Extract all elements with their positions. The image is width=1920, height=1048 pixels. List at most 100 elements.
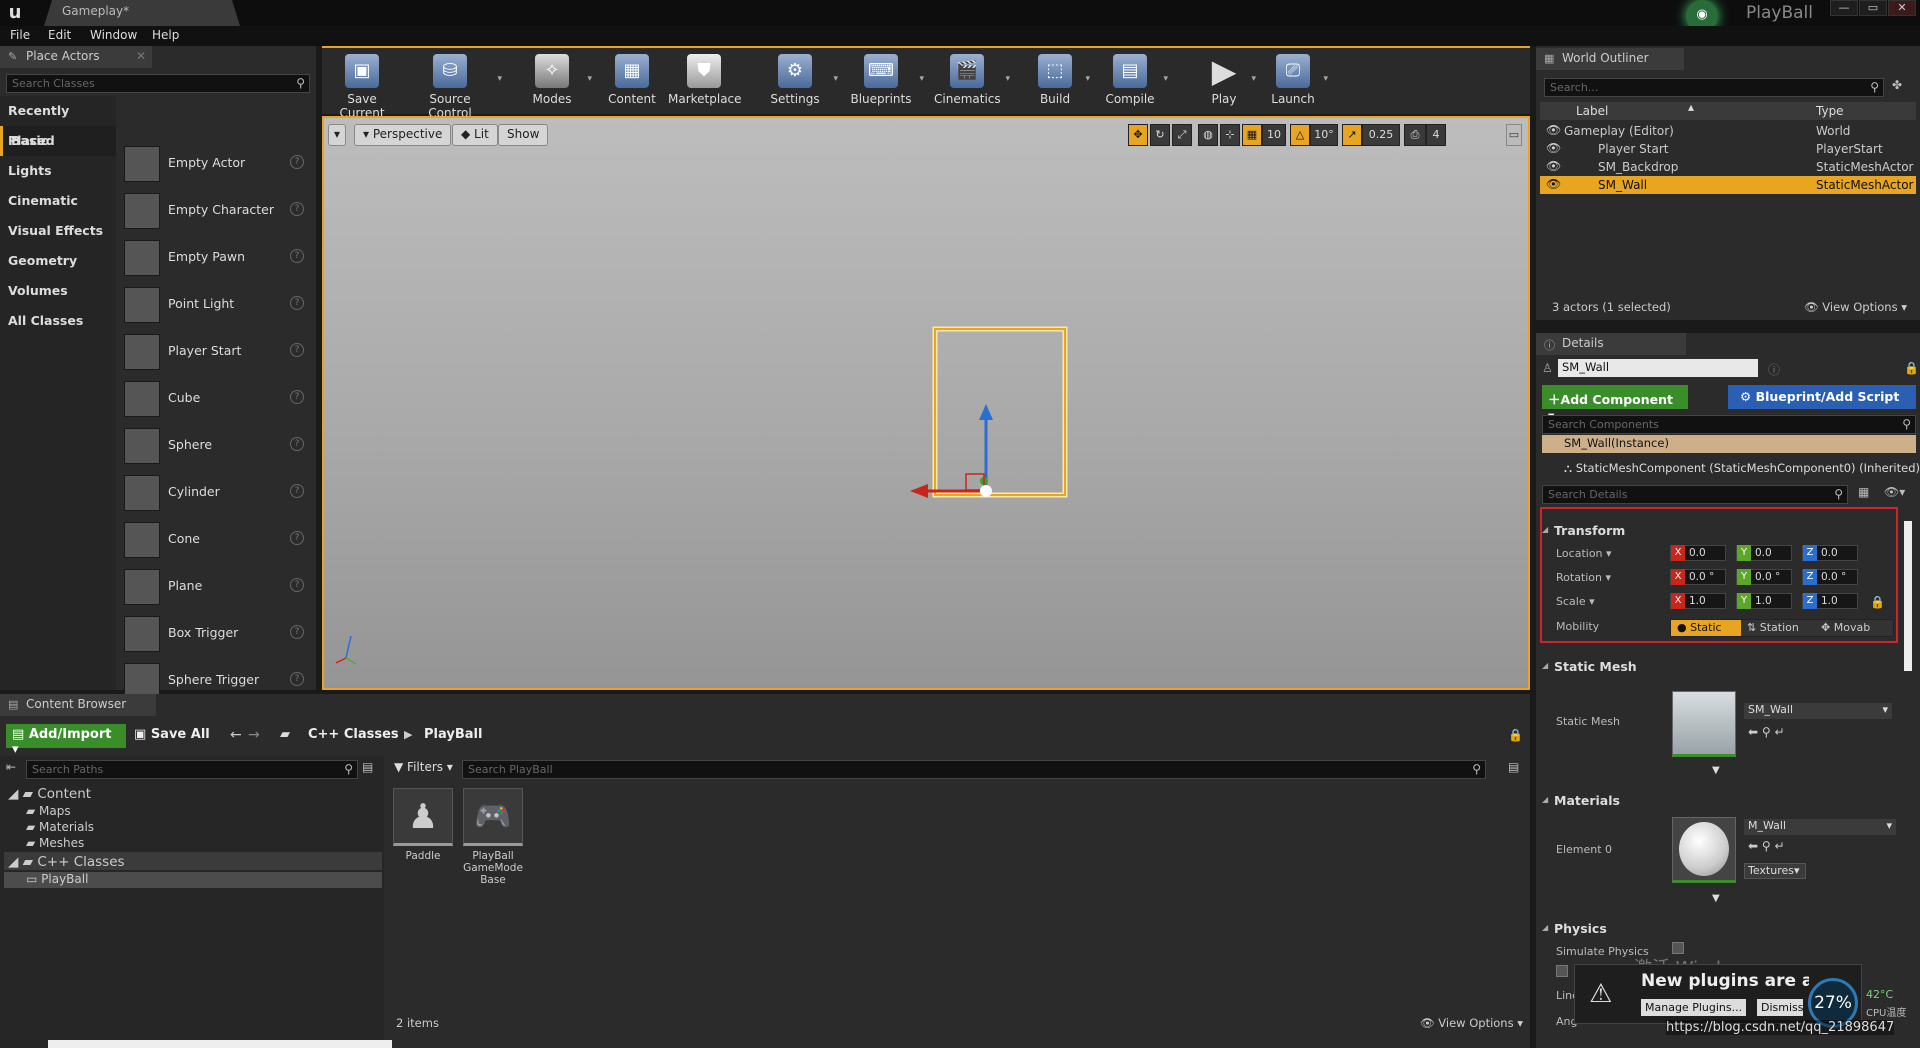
actor-item-player-start[interactable]: Player Start? bbox=[124, 332, 310, 372]
actor-name-field[interactable]: SM_Wall bbox=[1558, 359, 1758, 377]
help-icon[interactable]: ? bbox=[290, 155, 304, 169]
outliner-view-options[interactable]: 👁 View Options ▾ bbox=[1804, 300, 1907, 314]
lock-icon[interactable]: 🔒 bbox=[1508, 728, 1523, 742]
launch-button[interactable]: ⎚ Launch ▾ bbox=[1268, 54, 1328, 112]
collapse-sources-icon[interactable]: ⇤ bbox=[6, 760, 16, 774]
asset-paddle[interactable]: ♟ Paddle bbox=[392, 788, 454, 862]
dismiss-button[interactable]: Dismiss bbox=[1757, 999, 1803, 1016]
outliner-row-sm-wall[interactable]: 👁 SM_Wall StaticMeshActor bbox=[1540, 176, 1916, 194]
location-label[interactable]: Location ▾ bbox=[1556, 547, 1612, 560]
help-icon[interactable]: ? bbox=[290, 531, 304, 545]
property-matrix-icon[interactable]: ▦ bbox=[1858, 485, 1869, 499]
visibility-eye-icon[interactable]: 👁 bbox=[1546, 123, 1561, 137]
actor-item-empty-pawn[interactable]: Empty Pawn? bbox=[124, 238, 310, 278]
category-volumes[interactable]: Volumes bbox=[0, 276, 116, 306]
settings-button[interactable]: ⚙ Settings ▾ bbox=[762, 54, 838, 112]
actor-item-point-light[interactable]: Point Light? bbox=[124, 285, 310, 325]
actor-item-sphere[interactable]: Sphere? bbox=[124, 426, 310, 466]
expand-arrow-icon[interactable]: ▼ bbox=[1712, 893, 1720, 904]
category-cinematic[interactable]: Cinematic bbox=[0, 186, 116, 216]
outliner-search-input[interactable]: Search... ⚲ bbox=[1544, 78, 1884, 97]
help-icon[interactable]: ? bbox=[290, 484, 304, 498]
details-search-input[interactable]: Search Details ⚲ bbox=[1542, 485, 1848, 504]
document-tab[interactable]: Gameplay* bbox=[44, 0, 240, 26]
category-lights[interactable]: Lights bbox=[0, 156, 116, 186]
add-component-button[interactable]: ＋Add Component ▾ bbox=[1542, 385, 1688, 423]
location-x-field[interactable]: X 0.0 bbox=[1670, 545, 1726, 561]
visibility-eye-icon[interactable]: 👁 bbox=[1546, 159, 1561, 173]
tree-cpp-classes[interactable]: ◢ ▰ C++ Classes bbox=[8, 854, 125, 870]
category-visual-effects[interactable]: Visual Effects bbox=[0, 216, 116, 246]
back-icon[interactable]: ← bbox=[230, 727, 242, 743]
mobility-static[interactable]: ● Static bbox=[1671, 620, 1741, 636]
rotation-y-field[interactable]: Y 0.0 ° bbox=[1736, 569, 1792, 585]
menu-file[interactable]: File bbox=[10, 28, 30, 42]
component-search-input[interactable]: Search Components ⚲ bbox=[1542, 415, 1916, 434]
static-mesh-section-header[interactable]: Static Mesh bbox=[1540, 657, 1910, 677]
category-basic[interactable]: Basic bbox=[0, 126, 116, 156]
outliner-col-type[interactable]: Type bbox=[1816, 104, 1844, 118]
outliner-col-label[interactable]: Label bbox=[1576, 104, 1608, 118]
help-icon[interactable]: ? bbox=[290, 625, 304, 639]
content-settings-icon[interactable]: ▤ bbox=[1508, 760, 1519, 774]
category-all-classes[interactable]: All Classes bbox=[0, 306, 116, 336]
path-search-input[interactable]: Search Paths ⚲ bbox=[26, 760, 358, 779]
help-icon[interactable]: ? bbox=[290, 390, 304, 404]
visibility-eye-icon[interactable]: 👁 bbox=[1546, 177, 1561, 191]
actor-item-empty-character[interactable]: Empty Character? bbox=[124, 191, 310, 231]
help-icon[interactable]: ? bbox=[290, 249, 304, 263]
actor-item-cylinder[interactable]: Cylinder? bbox=[124, 473, 310, 513]
menu-help[interactable]: Help bbox=[152, 28, 179, 42]
scale-z-field[interactable]: Z 1.0 bbox=[1802, 593, 1858, 609]
level-viewport[interactable]: ▾ ▾ Perspective ◆ Lit Show ✥ ↻ ⤢ ◍ ⊹ ▦ 1… bbox=[322, 116, 1530, 690]
details-scrollbar[interactable] bbox=[1904, 521, 1912, 671]
mobility-movable[interactable]: ✥ Movab bbox=[1821, 621, 1870, 634]
help-icon[interactable]: ? bbox=[290, 437, 304, 451]
tree-meshes[interactable]: ▰ Meshes bbox=[26, 836, 84, 850]
tree-materials[interactable]: ▰ Materials bbox=[26, 820, 94, 834]
cinematics-button[interactable]: 🎬 Cinematics ▾ bbox=[934, 54, 1010, 112]
actor-item-cube[interactable]: Cube? bbox=[124, 379, 310, 419]
menu-edit[interactable]: Edit bbox=[48, 28, 71, 42]
help-icon[interactable]: ? bbox=[290, 578, 304, 592]
breadcrumb-playball[interactable]: PlayBall bbox=[424, 727, 482, 742]
content-view-options[interactable]: 👁 View Options ▾ bbox=[1420, 1016, 1523, 1030]
help-icon[interactable]: ? bbox=[290, 672, 304, 686]
scale-x-field[interactable]: X 1.0 bbox=[1670, 593, 1726, 609]
asset-playball-gamemode[interactable]: 🎮 PlayBall GameMode Base bbox=[462, 788, 524, 886]
scale-y-field[interactable]: Y 1.0 bbox=[1736, 593, 1792, 609]
actor-item-box-trigger[interactable]: Box Trigger? bbox=[124, 614, 310, 654]
help-icon[interactable]: ? bbox=[290, 202, 304, 216]
outliner-row-sm-backdrop[interactable]: 👁 SM_Backdrop StaticMeshActor bbox=[1540, 158, 1916, 176]
help-icon[interactable]: ⓘ bbox=[1768, 361, 1780, 378]
location-y-field[interactable]: Y 0.0 bbox=[1736, 545, 1792, 561]
save-all-button[interactable]: ▣ Save All bbox=[134, 727, 210, 742]
blueprint-add-script-button[interactable]: ⚙ Blueprint/Add Script bbox=[1728, 385, 1916, 409]
rotation-z-field[interactable]: Z 0.0 ° bbox=[1802, 569, 1858, 585]
place-actors-tab[interactable]: ✎ Place Actors ✕ bbox=[0, 46, 152, 68]
maximize-button[interactable]: ▭ bbox=[1859, 0, 1887, 16]
modes-button[interactable]: ✧ Modes ▾ bbox=[522, 54, 592, 112]
static-mesh-thumbnail[interactable] bbox=[1672, 691, 1736, 757]
breadcrumb-cpp-classes[interactable]: C++ Classes bbox=[308, 727, 399, 742]
actor-item-cone[interactable]: Cone? bbox=[124, 520, 310, 560]
category-recently-placed[interactable]: Recently Placed bbox=[0, 96, 116, 148]
outliner-settings-icon[interactable]: ✤ bbox=[1892, 78, 1902, 92]
forward-icon[interactable]: → bbox=[248, 727, 260, 743]
compile-button[interactable]: ▤ Compile ▾ bbox=[1102, 54, 1168, 112]
close-tab-icon[interactable]: ✕ bbox=[136, 49, 146, 63]
component-row[interactable]: ⛬ StaticMeshComponent (StaticMeshCompone… bbox=[1564, 461, 1920, 476]
rotation-x-field[interactable]: X 0.0 ° bbox=[1670, 569, 1726, 585]
asset-search-input[interactable]: Search PlayBall ⚲ bbox=[462, 760, 1486, 779]
tree-playball[interactable]: ▭ PlayBall bbox=[26, 872, 88, 886]
materials-section-header[interactable]: Materials bbox=[1540, 791, 1910, 811]
blueprints-button[interactable]: ⌨ Blueprints ▾ bbox=[848, 54, 924, 112]
textures-dropdown[interactable]: Textures▾ bbox=[1744, 863, 1806, 879]
lock-icon[interactable]: 🔒 bbox=[1904, 361, 1919, 375]
material-thumbnail[interactable] bbox=[1672, 817, 1736, 883]
outliner-row-player-start[interactable]: 👁 Player Start PlayerStart bbox=[1540, 140, 1916, 158]
material-asset-actions[interactable]: ⬅ ⚲ ↵ bbox=[1748, 839, 1785, 853]
play-button[interactable]: ▶ Play ▾ bbox=[1202, 54, 1256, 112]
mobility-stationary[interactable]: ⇅ Station bbox=[1747, 621, 1799, 634]
tree-maps[interactable]: ▰ Maps bbox=[26, 804, 71, 818]
